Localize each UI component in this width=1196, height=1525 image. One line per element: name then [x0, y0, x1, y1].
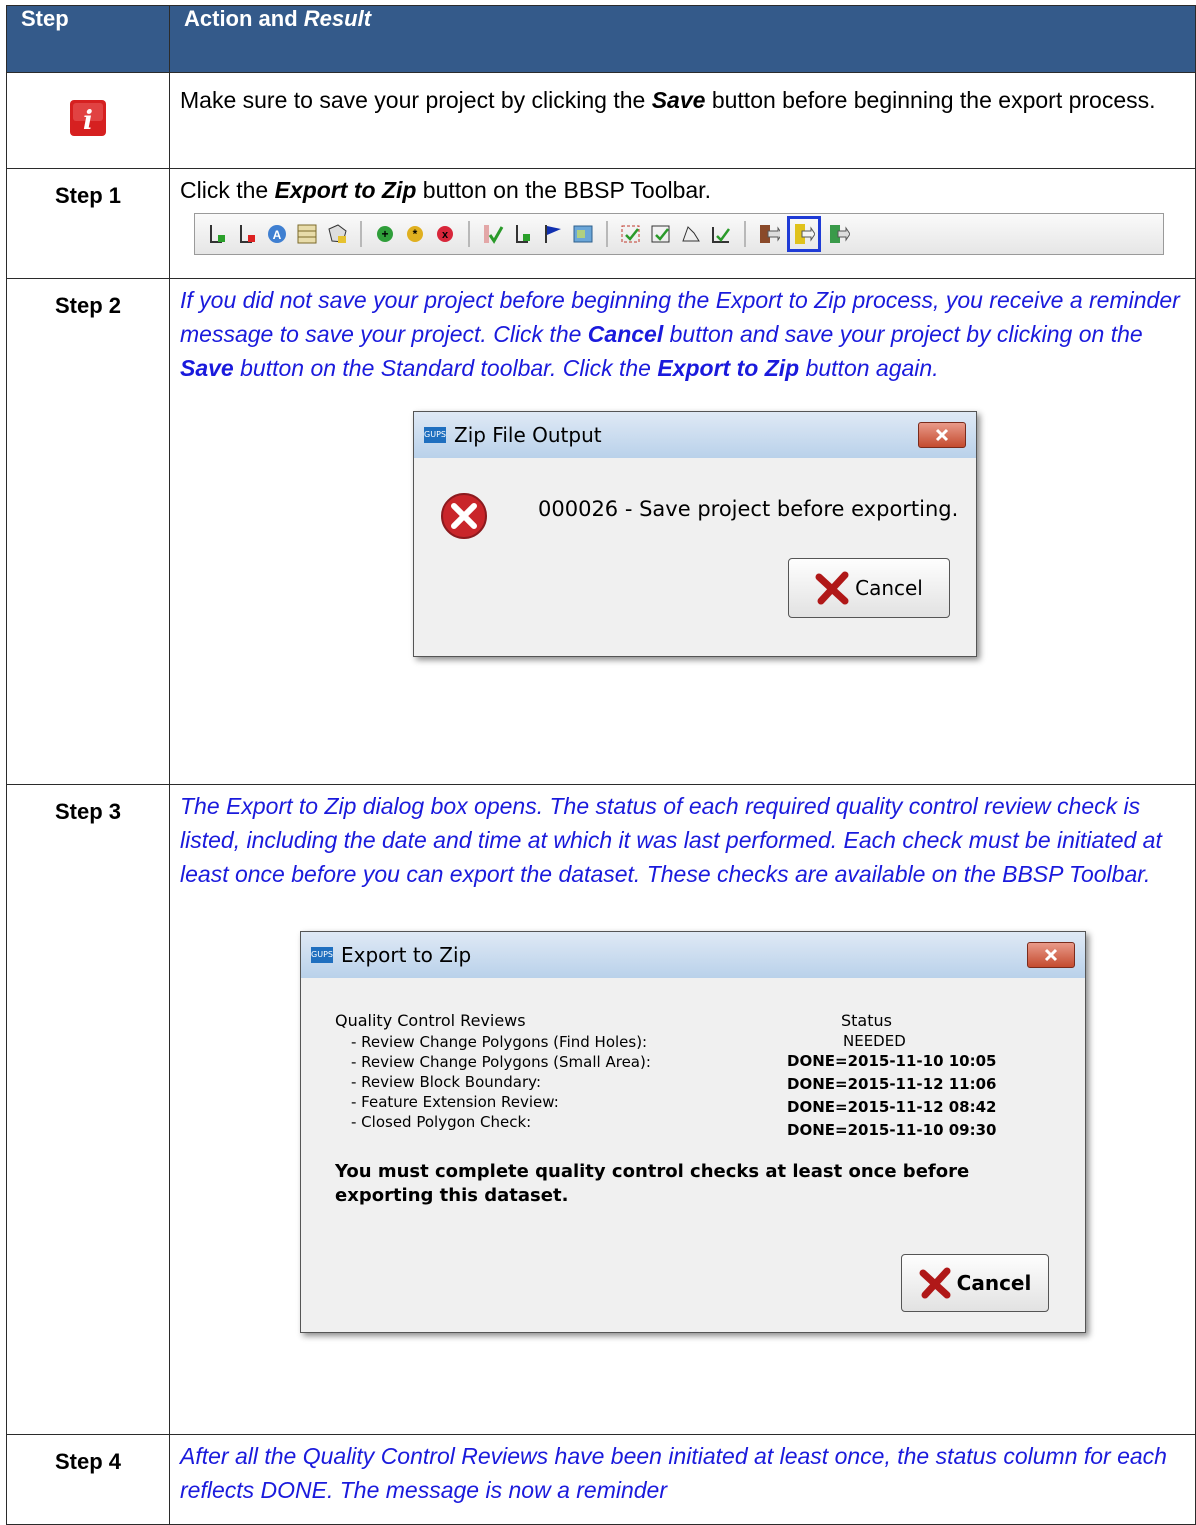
step4-text: After all the Quality Control Reviews ha…: [169, 1434, 1196, 1525]
step2-text: If you did not save your project before …: [180, 283, 1185, 385]
delete-line-icon[interactable]: [235, 222, 259, 246]
delete-point-icon[interactable]: x: [433, 222, 457, 246]
step-column-header: Step: [6, 5, 170, 73]
review-item: - Review Change Polygons (Small Area):: [351, 1053, 651, 1071]
info-save-label: Save: [651, 87, 706, 113]
error-icon: [441, 493, 487, 539]
svg-text:x: x: [442, 229, 449, 241]
warning-message: You must complete quality control checks…: [335, 1161, 970, 1206]
toolbar-separator: [360, 221, 362, 247]
info-cell: i: [6, 72, 170, 169]
status-list: NEEDED DONE=2015-11-10 10:05 DONE=2015-1…: [787, 1032, 1027, 1142]
dialog-titlebar: GUPS Export to Zip: [301, 932, 1085, 978]
step2-export-label: Export to Zip: [657, 355, 800, 381]
info-icon: i: [70, 100, 106, 136]
export-to-zip-dialog: GUPS Export to Zip Quality Control Revie…: [300, 931, 1086, 1333]
info-text-part: Make sure to save your project by clicki…: [180, 87, 652, 113]
shape-icon[interactable]: [679, 222, 703, 246]
check-icon[interactable]: [709, 222, 733, 246]
toolbar-separator: [468, 221, 470, 247]
cancel-x-icon: [815, 571, 849, 605]
cancel-button[interactable]: Cancel: [901, 1254, 1049, 1312]
procedure-table: Step Action and Result i Make sure to sa…: [6, 5, 1196, 1525]
svg-text:i: i: [83, 106, 93, 136]
2010-check-icon[interactable]: [481, 222, 505, 246]
review-item: - Review Change Polygons (Find Holes):: [351, 1033, 648, 1051]
svg-text:*: *: [413, 227, 418, 241]
step3-label: Step 3: [6, 784, 170, 1435]
action-header-text: Action and: [184, 6, 304, 31]
address-icon[interactable]: A: [265, 222, 289, 246]
map-icon[interactable]: [571, 222, 595, 246]
app-icon: GUPS: [311, 947, 333, 963]
close-button[interactable]: [918, 422, 966, 448]
dialog-title: Zip File Output: [454, 423, 602, 447]
toolbar-separator: [606, 221, 608, 247]
status-value: DONE=2015-11-10 10:05: [787, 1052, 997, 1070]
zip-file-output-dialog: GUPS Zip File Output 000026 - Save proje…: [413, 411, 977, 657]
step1-text-part: Click the: [180, 177, 275, 203]
step2-cancel-label: Cancel: [587, 321, 664, 347]
step1-label: Step 1: [6, 168, 170, 279]
export-zip-icon[interactable]: [787, 216, 821, 252]
svg-text:A: A: [273, 228, 282, 242]
info-text-part: button before beginning the export proce…: [705, 87, 1156, 113]
result-header-text: Result: [303, 6, 372, 31]
close-icon: [935, 428, 949, 442]
status-value: DONE=2015-11-10 09:30: [787, 1121, 997, 1139]
header-row: Step Action and Result: [6, 5, 1196, 73]
step2-text-part: button and save your project by clicking…: [663, 321, 1143, 347]
close-icon: [1044, 948, 1058, 962]
step2-row: Step 2 If you did not save your project …: [6, 278, 1196, 785]
close-button[interactable]: [1027, 942, 1075, 968]
line-check-icon[interactable]: [511, 222, 535, 246]
toolbar-separator: [744, 221, 746, 247]
export2-icon[interactable]: [827, 222, 851, 246]
action-column-header: Action and Result: [169, 5, 1196, 73]
info-text: Make sure to save your project by clicki…: [169, 72, 1196, 169]
polygon-icon[interactable]: [325, 222, 349, 246]
step3-text: The Export to Zip dialog box opens. The …: [180, 793, 1162, 887]
info-row: i Make sure to save your project by clic…: [6, 72, 1196, 169]
step2-save-label: Save: [180, 355, 234, 381]
add-line-icon[interactable]: [205, 222, 229, 246]
step3-row: Step 3 The Export to Zip dialog box open…: [6, 784, 1196, 1435]
cancel-label: Cancel: [855, 576, 923, 600]
dialog-message: 000026 - Save project before exporting.: [538, 497, 959, 521]
status-value: NEEDED: [843, 1032, 906, 1050]
review-icon[interactable]: [619, 222, 643, 246]
step3-content: The Export to Zip dialog box opens. The …: [169, 784, 1196, 1435]
review-item: - Feature Extension Review:: [351, 1093, 559, 1111]
step1-export-label: Export to Zip: [274, 177, 417, 203]
step4-row: Step 4 After all the Quality Control Rev…: [6, 1434, 1196, 1525]
status-value: DONE=2015-11-12 11:06: [787, 1075, 997, 1093]
step2-text-part: button again.: [799, 355, 939, 381]
step2-label: Step 2: [6, 278, 170, 785]
cancel-button[interactable]: Cancel: [788, 558, 950, 618]
dialog-title: Export to Zip: [341, 943, 472, 967]
step1-text-part: button on the BBSP Toolbar.: [416, 177, 711, 203]
review2-icon[interactable]: [649, 222, 673, 246]
bbsp-toolbar: A + * x: [194, 213, 1164, 255]
cancel-label: Cancel: [956, 1271, 1032, 1295]
review-item: - Review Block Boundary:: [351, 1073, 542, 1091]
app-icon: GUPS: [424, 427, 446, 443]
step1-content: Click the Export to Zip button on the BB…: [169, 168, 1196, 279]
status-value: DONE=2015-11-12 08:42: [787, 1098, 997, 1116]
step1-row: Step 1 Click the Export to Zip button on…: [6, 168, 1196, 279]
svg-text:+: +: [381, 227, 388, 241]
add-point-icon[interactable]: +: [373, 222, 397, 246]
cancel-x-icon: [919, 1267, 951, 1299]
flag-icon[interactable]: [541, 222, 565, 246]
step2-content: If you did not save your project before …: [169, 278, 1196, 785]
step4-label: Step 4: [6, 1434, 170, 1525]
review-item: - Closed Polygon Check:: [351, 1113, 532, 1131]
reviews-list: - Review Change Polygons (Find Holes): -…: [351, 1032, 651, 1132]
step1-text: Click the Export to Zip button on the BB…: [180, 173, 1185, 207]
table-icon[interactable]: [295, 222, 319, 246]
edit-point-icon[interactable]: *: [403, 222, 427, 246]
step2-text-part: button on the Standard toolbar. Click th…: [233, 355, 658, 381]
dialog-titlebar: GUPS Zip File Output: [414, 412, 976, 458]
export1-icon[interactable]: [757, 222, 781, 246]
